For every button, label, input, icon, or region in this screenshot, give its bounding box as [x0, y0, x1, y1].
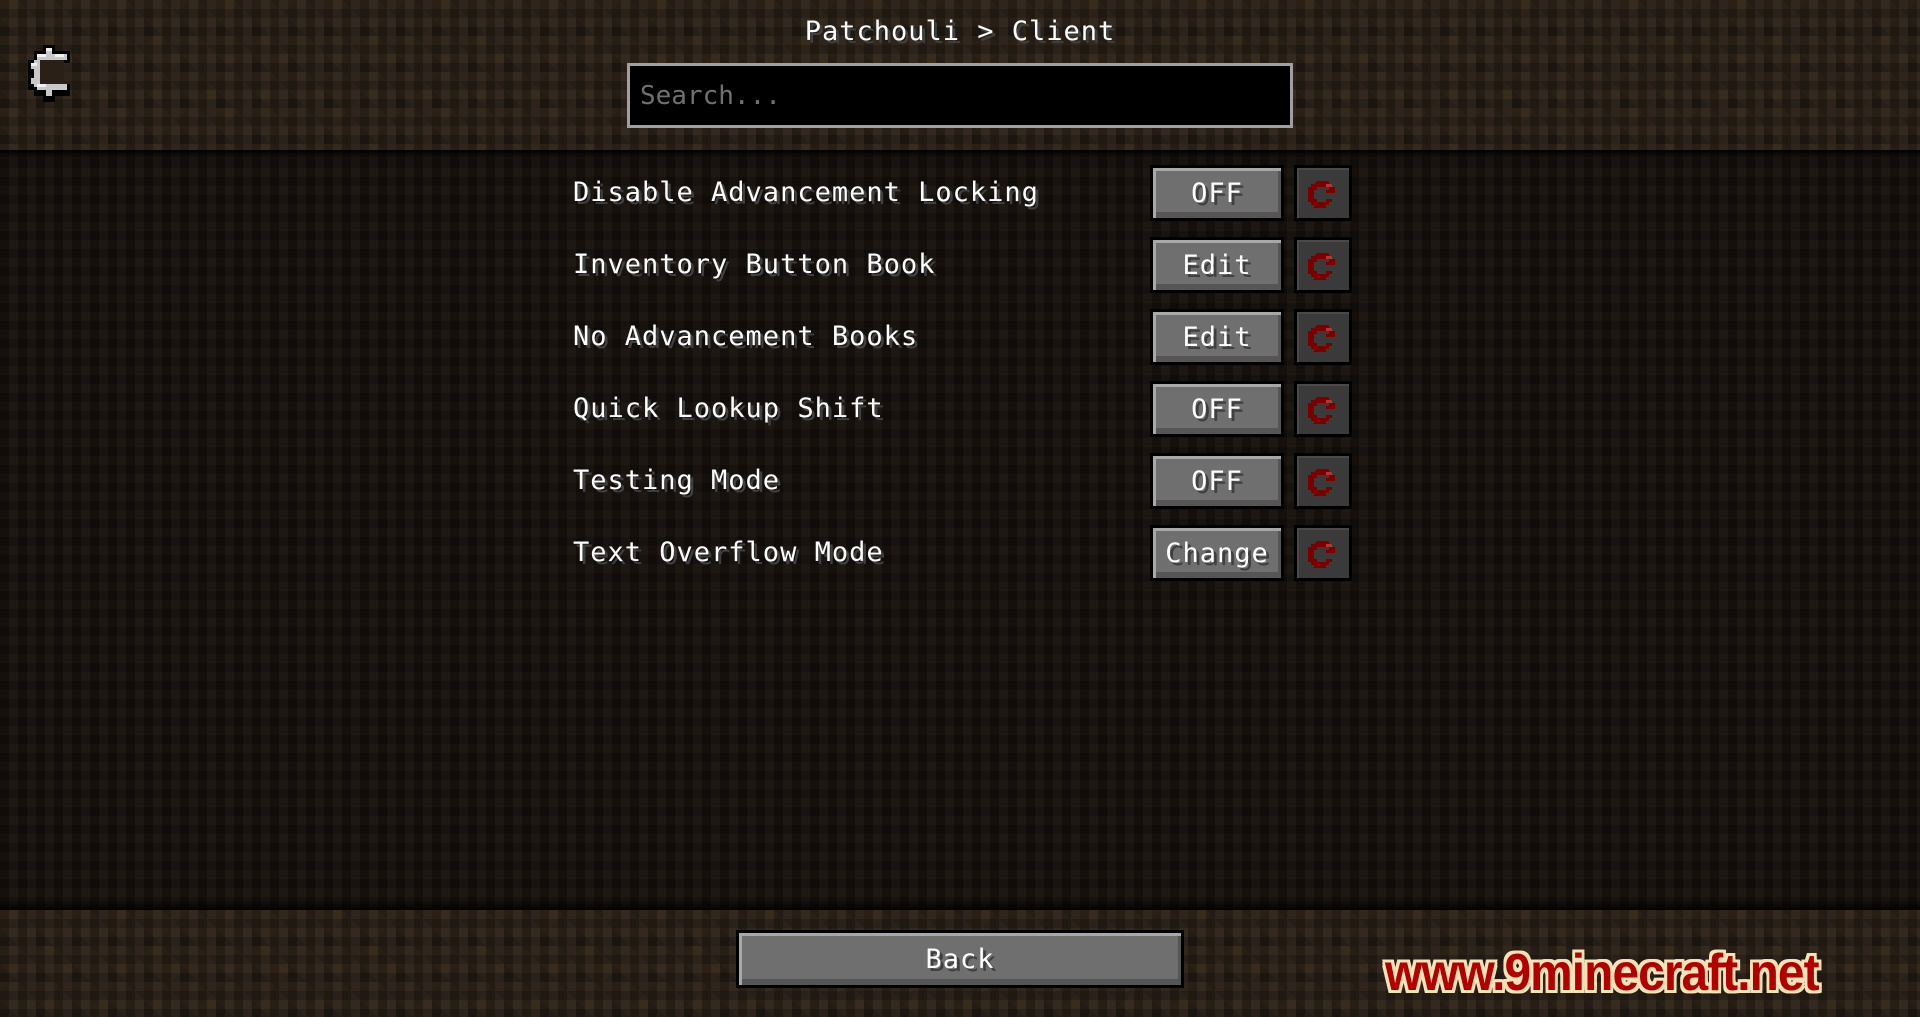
search-input[interactable]	[640, 80, 1280, 111]
toggle-button[interactable]: OFF	[1150, 381, 1284, 437]
reset-icon	[1308, 325, 1335, 352]
edit-button[interactable]: Edit	[1150, 309, 1284, 365]
setting-row: Disable Advancement Locking OFF	[573, 165, 1353, 221]
setting-label: Text Overflow Mode	[573, 537, 884, 568]
reset-icon	[1308, 397, 1335, 424]
setting-label: Disable Advancement Locking	[573, 177, 1039, 208]
edit-button[interactable]: Edit	[1150, 237, 1284, 293]
back-button[interactable]: Back	[736, 930, 1184, 988]
setting-row: Quick Lookup Shift OFF	[573, 381, 1353, 437]
reset-icon	[1308, 469, 1335, 496]
setting-label: Inventory Button Book	[573, 249, 936, 280]
setting-label: No Advancement Books	[573, 321, 919, 352]
setting-row: Inventory Button Book Edit	[573, 237, 1353, 293]
setting-row: No Advancement Books Edit	[573, 309, 1353, 365]
reset-button[interactable]	[1294, 525, 1352, 581]
search-field[interactable]	[627, 63, 1293, 128]
reset-button[interactable]	[1294, 453, 1352, 509]
reset-button[interactable]	[1294, 237, 1352, 293]
setting-label: Testing Mode	[573, 465, 781, 496]
setting-row: Text Overflow Mode Change	[573, 525, 1353, 581]
setting-label: Quick Lookup Shift	[573, 393, 884, 424]
reset-button[interactable]	[1294, 309, 1352, 365]
toggle-button[interactable]: OFF	[1150, 453, 1284, 509]
reset-icon	[1308, 253, 1335, 280]
reset-icon	[1308, 541, 1335, 568]
change-button[interactable]: Change	[1150, 525, 1284, 581]
watermark: www.9minecraft.net	[1385, 944, 1820, 1002]
page-title: Patchouli > Client	[804, 16, 1116, 47]
reset-button[interactable]	[1294, 165, 1352, 221]
reset-icon	[1308, 181, 1335, 208]
toggle-button[interactable]: OFF	[1150, 165, 1284, 221]
setting-row: Testing Mode OFF	[573, 453, 1353, 509]
reset-button[interactable]	[1294, 381, 1352, 437]
